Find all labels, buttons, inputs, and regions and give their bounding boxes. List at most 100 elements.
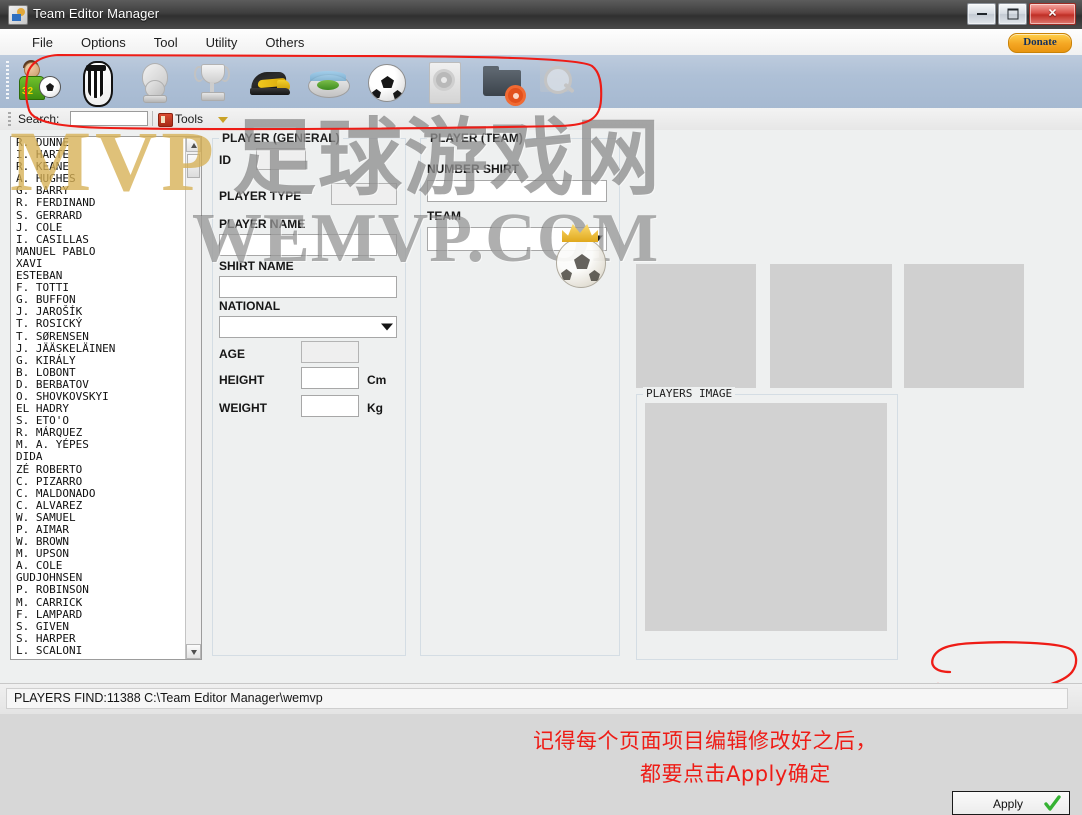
team-combobox[interactable] bbox=[427, 227, 607, 251]
id-field[interactable] bbox=[256, 148, 306, 170]
scrollbar-thumb[interactable] bbox=[187, 154, 200, 178]
player-list-item[interactable]: R. FERDINAND bbox=[11, 197, 187, 209]
menu-tool[interactable]: Tool bbox=[140, 32, 192, 53]
unit-kg: Kg bbox=[367, 401, 383, 415]
toolbar-separator bbox=[152, 111, 153, 126]
close-button[interactable]: ✕ bbox=[1029, 3, 1076, 25]
stadium-icon[interactable] bbox=[304, 58, 352, 106]
boot-icon[interactable] bbox=[246, 58, 294, 106]
height-field[interactable] bbox=[301, 367, 359, 389]
menu-others[interactable]: Others bbox=[251, 32, 318, 53]
player-list-item[interactable]: G. KIRÁLY bbox=[11, 354, 187, 367]
player-list-item[interactable]: DIDA bbox=[11, 451, 187, 463]
search-bar: Search: Tools bbox=[0, 108, 1082, 131]
player-list-item[interactable]: T. ROSICKÝ bbox=[11, 318, 187, 330]
chevron-down-icon bbox=[591, 235, 603, 243]
toolbar: 32 i bbox=[0, 55, 1082, 157]
tools-icon[interactable] bbox=[158, 113, 173, 127]
apply-annotation-line1: 记得每个页面项目编辑修改好之后， bbox=[533, 729, 877, 753]
player-name-field[interactable] bbox=[219, 234, 397, 256]
player-list-item[interactable]: J. JÄÄSKELÄINEN bbox=[11, 342, 187, 355]
apply-annotation-line2: 都要点击Apply确定 bbox=[640, 762, 831, 786]
player-list-item[interactable]: ZÉ ROBERTO bbox=[11, 463, 187, 476]
search-bar-grip[interactable] bbox=[8, 112, 11, 127]
apply-button[interactable]: Apply bbox=[952, 791, 1070, 815]
search-label: Search: bbox=[18, 112, 60, 126]
player-list[interactable]: R. DUNNE I. HARTE R. KEANE A. HUGHES G. BARR… bbox=[10, 136, 202, 660]
application-window: Team Editor Manager ✕ File Options Tool … bbox=[0, 0, 1082, 815]
status-bar: PLAYERS FIND:11388 C:\Team Editor Manage… bbox=[0, 683, 1082, 714]
players-image-preview bbox=[645, 403, 887, 631]
players-image-title: PLAYERS IMAGE bbox=[643, 387, 736, 400]
search-input[interactable] bbox=[70, 111, 148, 126]
minimize-button[interactable] bbox=[967, 3, 996, 25]
player-list-item[interactable]: L. SCALONI bbox=[11, 644, 187, 657]
national-combobox[interactable] bbox=[219, 316, 397, 338]
weight-field[interactable] bbox=[301, 395, 359, 417]
player-icon[interactable]: 32 bbox=[14, 58, 62, 106]
age-field[interactable] bbox=[301, 341, 359, 363]
menu-items: File Options Tool Utility Others bbox=[18, 29, 318, 55]
number-shirt-field[interactable] bbox=[427, 180, 607, 202]
player-list-item[interactable]: F. LAMPARD bbox=[11, 608, 187, 621]
player-list-items: R. DUNNE I. HARTE R. KEANE A. HUGHES G. BARR… bbox=[11, 137, 187, 657]
player-type-field[interactable] bbox=[331, 183, 397, 205]
label-id: ID bbox=[219, 153, 231, 167]
app-icon bbox=[8, 5, 28, 25]
check-icon bbox=[1044, 795, 1061, 811]
player-list-item[interactable]: J. COLE bbox=[11, 221, 187, 234]
menu-file[interactable]: File bbox=[18, 32, 67, 53]
trophy-icon[interactable] bbox=[188, 58, 236, 106]
search-disabled-icon[interactable] bbox=[536, 58, 584, 106]
image-placeholder-1 bbox=[636, 264, 756, 388]
player-general-panel: PLAYER (GENERAL) ID PLAYER TYPE PLAYER N… bbox=[212, 131, 406, 656]
window-controls: ✕ bbox=[967, 3, 1076, 25]
shirt-name-field[interactable] bbox=[219, 276, 397, 298]
settings-page-icon[interactable] bbox=[420, 58, 468, 106]
player-general-title: PLAYER (GENERAL) bbox=[219, 131, 343, 145]
chevron-down-icon[interactable] bbox=[218, 117, 228, 123]
player-list-item[interactable]: P. ROBINSON bbox=[11, 584, 187, 596]
toolbar-icons: 32 bbox=[14, 57, 584, 107]
menu-utility[interactable]: Utility bbox=[192, 32, 252, 53]
label-height: HEIGHT bbox=[219, 373, 265, 387]
label-team: TEAM bbox=[427, 209, 461, 223]
image-placeholder-3 bbox=[904, 264, 1024, 388]
player-list-item[interactable]: M. CARRICK bbox=[11, 596, 187, 609]
club-crest-icon[interactable] bbox=[72, 58, 120, 107]
folder-settings-icon[interactable] bbox=[478, 58, 526, 106]
label-number-shirt: NUMBER SHIRT bbox=[427, 162, 519, 176]
player-list-scrollbar[interactable] bbox=[185, 137, 201, 659]
label-player-type: PLAYER TYPE bbox=[219, 189, 302, 203]
scroll-up-arrow-icon[interactable] bbox=[186, 137, 201, 152]
menu-bar: File Options Tool Utility Others Donate bbox=[0, 29, 1082, 56]
player-list-item[interactable]: C. MALDONADO bbox=[11, 487, 187, 500]
title-bar: Team Editor Manager ✕ bbox=[0, 0, 1082, 30]
scroll-down-arrow-icon[interactable] bbox=[186, 644, 201, 659]
players-image-panel: PLAYERS IMAGE bbox=[636, 387, 898, 660]
main-content: R. DUNNE I. HARTE R. KEANE A. HUGHES G. BARR… bbox=[0, 130, 1082, 815]
label-player-name: PLAYER NAME bbox=[219, 217, 306, 231]
label-weight: WEIGHT bbox=[219, 401, 267, 415]
image-placeholder-2 bbox=[770, 264, 892, 388]
window-title: Team Editor Manager bbox=[33, 6, 160, 21]
world-cup-icon[interactable] bbox=[130, 58, 178, 106]
chevron-down-icon bbox=[381, 323, 393, 331]
donate-button[interactable]: Donate bbox=[1008, 33, 1072, 53]
ball-icon[interactable] bbox=[362, 58, 410, 106]
tools-label[interactable]: Tools bbox=[175, 112, 203, 126]
menu-options[interactable]: Options bbox=[67, 32, 140, 53]
player-team-title: PLAYER (TEAM) bbox=[427, 131, 526, 145]
label-age: AGE bbox=[219, 347, 246, 361]
label-shirt-name: SHIRT NAME bbox=[219, 259, 294, 273]
player-list-item[interactable]: S. GERRARD bbox=[11, 209, 187, 222]
toolbar-grip[interactable] bbox=[6, 61, 9, 101]
apply-button-label: Apply bbox=[993, 797, 1024, 811]
maximize-button[interactable] bbox=[998, 3, 1027, 25]
player-team-panel: PLAYER (TEAM) NUMBER SHIRT TEAM bbox=[420, 131, 620, 656]
player-list-item[interactable]: C. PIZARRO bbox=[11, 475, 187, 488]
label-national: NATIONAL bbox=[219, 299, 281, 313]
player-list-item[interactable]: T. SØRENSEN bbox=[11, 330, 187, 343]
unit-cm: Cm bbox=[367, 373, 387, 387]
status-text: PLAYERS FIND:11388 C:\Team Editor Manage… bbox=[14, 691, 323, 705]
